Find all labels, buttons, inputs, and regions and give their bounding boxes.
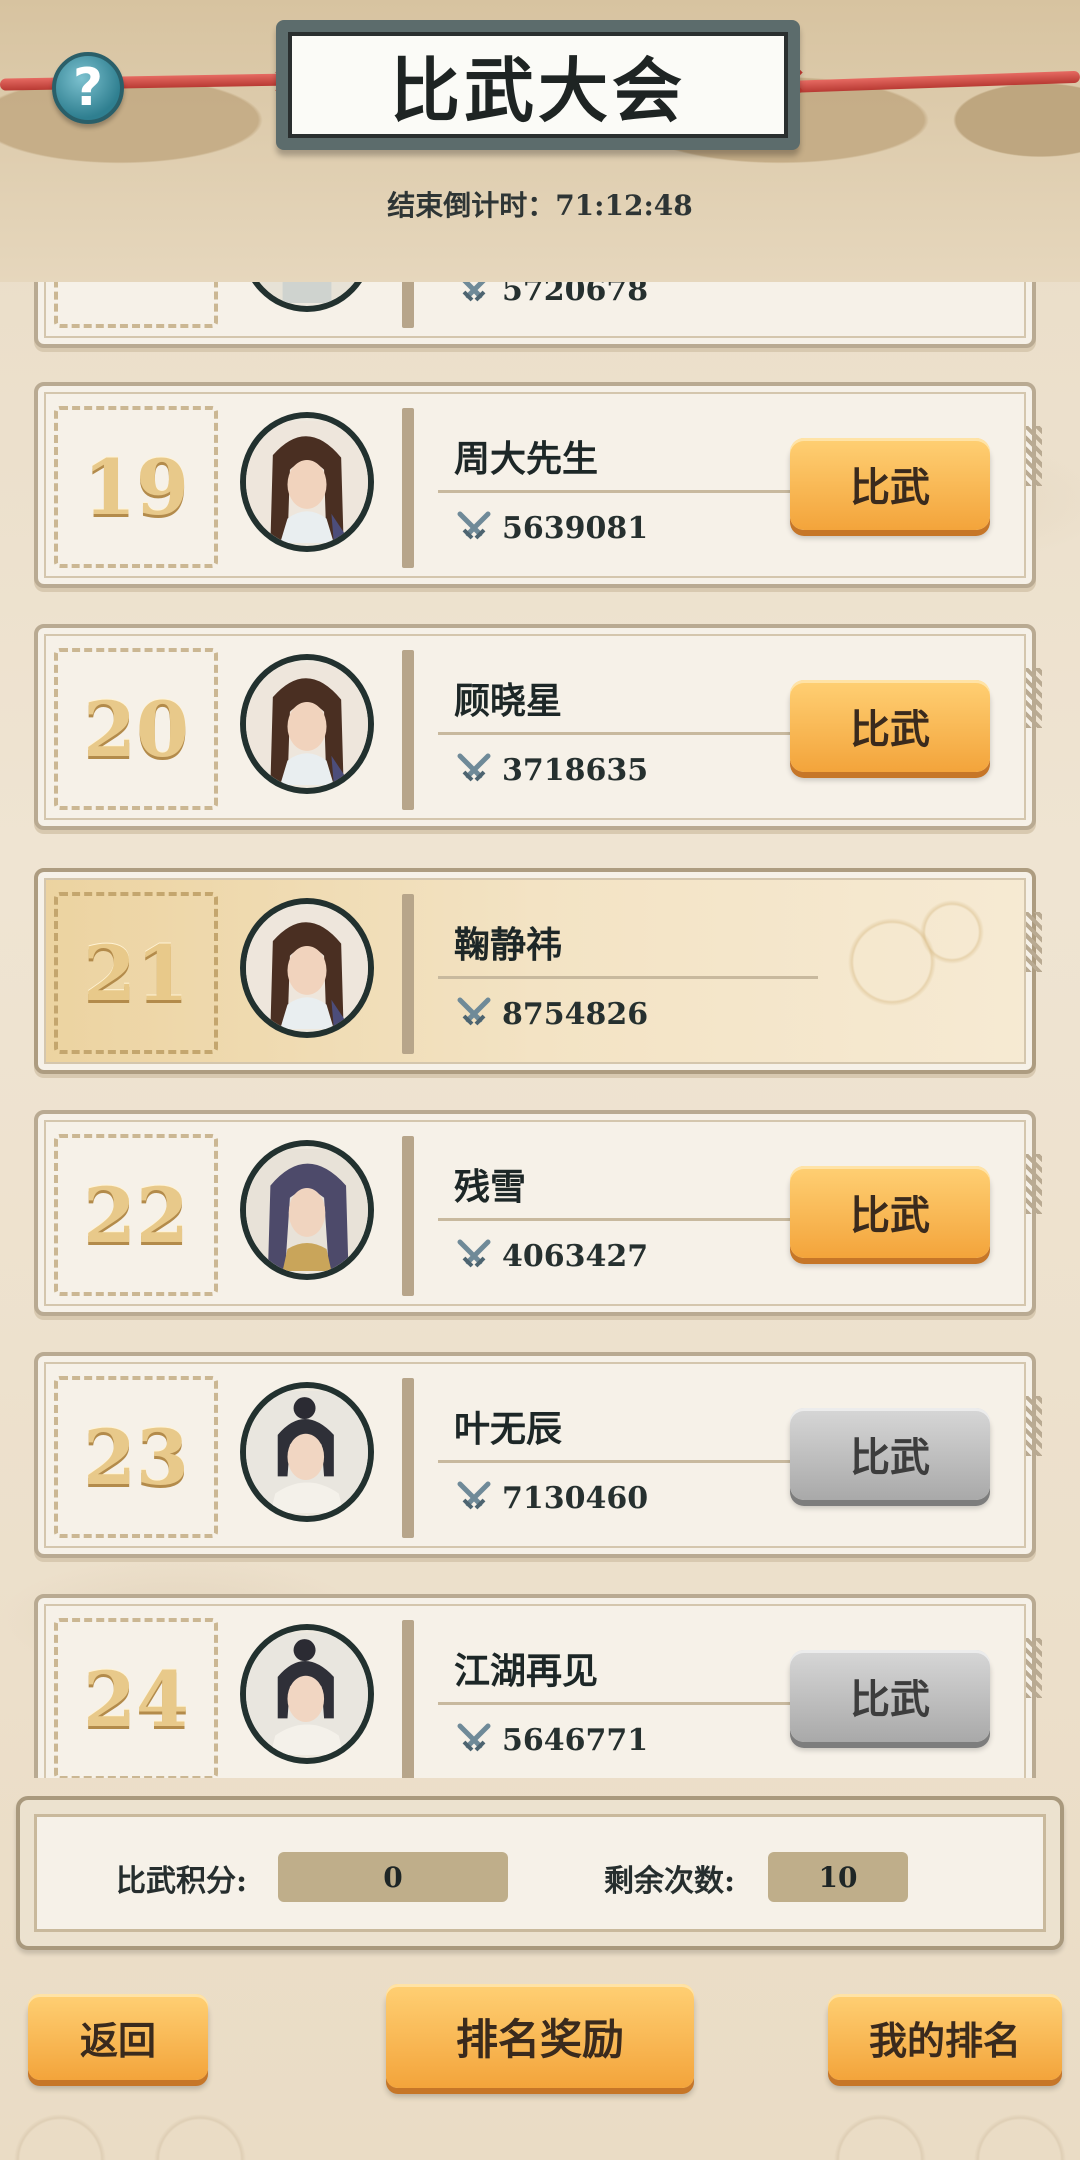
power-value: 5639081 bbox=[456, 510, 648, 546]
edge-decoration bbox=[1026, 912, 1042, 972]
divider bbox=[438, 976, 818, 979]
player-name: 残雪 bbox=[454, 1166, 527, 1208]
edge-decoration bbox=[1026, 1154, 1042, 1214]
power-value: 8754826 bbox=[456, 996, 648, 1032]
challenge-button-disabled[interactable]: 比武 bbox=[790, 1650, 990, 1742]
challenge-button[interactable]: 比武 bbox=[790, 1166, 990, 1258]
rank-badge bbox=[54, 282, 218, 328]
rank-badge: 24 bbox=[54, 1618, 218, 1778]
divider bbox=[438, 490, 818, 493]
score-label: 比武积分: bbox=[116, 1864, 248, 1899]
help-button[interactable]: ? bbox=[52, 52, 124, 124]
crossed-swords-icon bbox=[457, 753, 491, 782]
crossed-swords-icon bbox=[457, 997, 491, 1026]
avatar[interactable] bbox=[240, 412, 374, 552]
challenge-button-disabled[interactable]: 比武 bbox=[790, 1408, 990, 1500]
avatar[interactable] bbox=[240, 1140, 374, 1280]
challenge-button[interactable]: 比武 bbox=[790, 680, 990, 772]
score-value: 0 bbox=[278, 1852, 508, 1902]
crossed-swords-icon bbox=[462, 282, 486, 302]
player-name: 周大先生 bbox=[454, 438, 599, 480]
rank-badge: 20 bbox=[54, 648, 218, 810]
crossed-swords-icon bbox=[457, 511, 491, 540]
power-value: 5646771 bbox=[456, 1722, 648, 1758]
stats-panel: 比武积分: 0 剩余次数: 10 bbox=[16, 1796, 1064, 1950]
avatar[interactable] bbox=[240, 654, 374, 794]
power-value: 3718635 bbox=[456, 752, 648, 788]
avatar bbox=[240, 282, 374, 312]
edge-decoration bbox=[1026, 668, 1042, 728]
edge-decoration bbox=[1026, 1638, 1042, 1698]
rank-badge: 19 bbox=[54, 406, 218, 568]
page-title: 比武大会 bbox=[288, 32, 788, 138]
avatar[interactable] bbox=[240, 1624, 374, 1764]
power-value: 5720678 bbox=[456, 282, 648, 308]
ranking-list[interactable]: 5720678 19 周大先生 5639081 比武 20 顾晓星 371863… bbox=[0, 282, 1080, 1778]
player-name: 叶无辰 bbox=[454, 1408, 563, 1450]
player-name: 鞠静祎 bbox=[454, 924, 563, 966]
countdown-timer: 结束倒计时：71:12:48 bbox=[387, 189, 693, 222]
crossed-swords-icon bbox=[457, 1239, 491, 1268]
crossed-swords-icon bbox=[457, 1481, 491, 1510]
power-value: 4063427 bbox=[456, 1238, 648, 1274]
question-icon: ? bbox=[72, 58, 104, 118]
rank-badge: 22 bbox=[54, 1134, 218, 1296]
header: ? ✕ ✕ 比武大会 结束倒计时：71:12:48 bbox=[0, 0, 1080, 282]
divider bbox=[402, 408, 414, 568]
remaining-value: 10 bbox=[768, 1852, 908, 1902]
list-item: 20 顾晓星 3718635 比武 bbox=[34, 624, 1042, 830]
power-value: 7130460 bbox=[456, 1480, 648, 1516]
divider bbox=[438, 732, 818, 735]
list-item: 22 残雪 4063427 比武 bbox=[34, 1110, 1042, 1316]
player-name: 江湖再见 bbox=[454, 1650, 599, 1692]
list-item: 23 叶无辰 7130460 比武 bbox=[34, 1352, 1042, 1558]
crossed-swords-icon bbox=[457, 1723, 491, 1752]
wave-decoration bbox=[0, 2040, 1080, 2160]
list-item: 19 周大先生 5639081 比武 bbox=[34, 382, 1042, 588]
avatar[interactable] bbox=[240, 1382, 374, 1522]
divider bbox=[438, 1460, 818, 1463]
list-item-self: 21 鞠静祎 8754826 bbox=[34, 868, 1042, 1074]
title-plate: 比武大会 bbox=[276, 20, 800, 150]
list-item: 24 江湖再见 5646771 比武 bbox=[34, 1594, 1042, 1778]
divider bbox=[438, 1218, 818, 1221]
divider bbox=[402, 894, 414, 1054]
divider bbox=[402, 650, 414, 810]
rank-badge: 23 bbox=[54, 1376, 218, 1538]
edge-decoration bbox=[1026, 426, 1042, 486]
divider bbox=[438, 1702, 818, 1705]
rank-badge: 21 bbox=[54, 892, 218, 1054]
list-item-partial: 5720678 bbox=[34, 282, 1036, 348]
remaining-label: 剩余次数: bbox=[604, 1864, 736, 1899]
divider bbox=[402, 282, 414, 328]
player-name: 顾晓星 bbox=[454, 680, 563, 722]
divider bbox=[402, 1620, 414, 1778]
avatar bbox=[240, 898, 374, 1038]
divider bbox=[402, 1136, 414, 1296]
divider bbox=[402, 1378, 414, 1538]
challenge-button[interactable]: 比武 bbox=[790, 438, 990, 530]
edge-decoration bbox=[1026, 1396, 1042, 1456]
